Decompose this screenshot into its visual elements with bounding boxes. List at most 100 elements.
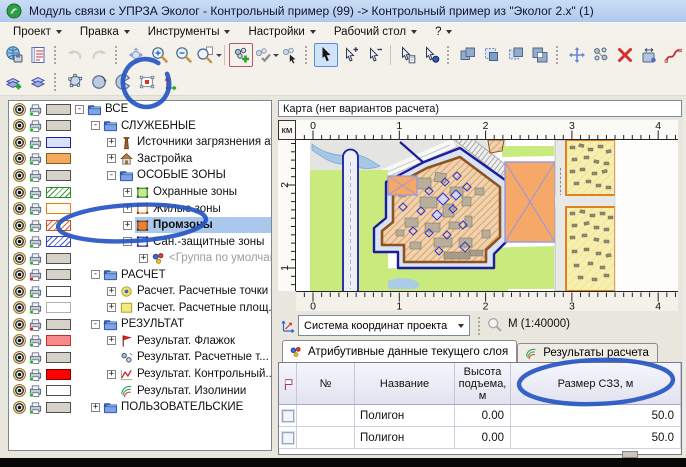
move-button[interactable] <box>565 43 589 67</box>
sel-xor-button[interactable] <box>528 43 552 67</box>
rect-tool-button[interactable] <box>135 70 159 94</box>
coordinate-system-dropdown[interactable] <box>453 316 469 335</box>
splitter-grip[interactable] <box>622 451 638 458</box>
print-toggle[interactable] <box>27 102 43 117</box>
collapse-toggle[interactable]: - <box>123 237 132 246</box>
layer-item[interactable]: Жилые зоны <box>135 200 271 217</box>
undo-button[interactable] <box>63 43 87 67</box>
tab-calculation-results[interactable]: Результаты расчета <box>517 343 658 362</box>
zoom-extent-button[interactable] <box>196 43 220 67</box>
layer-color-swatch[interactable] <box>46 104 71 115</box>
chevron-down-icon[interactable] <box>216 54 222 57</box>
expand-toggle[interactable]: + <box>91 403 100 412</box>
layer-item[interactable]: РЕЗУЛЬТАТ <box>103 316 271 333</box>
vertices-button[interactable] <box>589 43 613 67</box>
print-toggle[interactable] <box>27 251 43 266</box>
coordinate-system-select[interactable]: Система координат проекта <box>298 315 470 336</box>
save-map-button[interactable] <box>2 43 26 67</box>
collapse-toggle[interactable]: - <box>107 171 116 180</box>
layer-item[interactable]: Результат. Изолинии <box>119 382 271 399</box>
visibility-toggle[interactable] <box>11 333 27 348</box>
layer-color-swatch[interactable] <box>46 203 71 214</box>
layer-color-swatch[interactable] <box>46 170 71 181</box>
expand-toggle[interactable]: + <box>139 254 148 263</box>
visibility-toggle[interactable] <box>11 367 27 382</box>
layer-item[interactable]: Охранные зоны <box>135 184 271 201</box>
pan-button[interactable] <box>124 43 148 67</box>
expand-toggle[interactable]: + <box>107 287 116 296</box>
layer-color-swatch[interactable] <box>46 352 71 363</box>
layer-color-swatch[interactable] <box>46 120 71 131</box>
pick-object-button[interactable] <box>277 43 301 67</box>
layer-color-swatch[interactable] <box>46 302 71 313</box>
layer-color-swatch[interactable] <box>46 153 71 164</box>
expand-toggle[interactable]: + <box>123 188 132 197</box>
menu-help[interactable]: ? <box>426 24 461 40</box>
layer-color-swatch[interactable] <box>46 236 71 247</box>
print-toggle[interactable] <box>27 135 43 150</box>
map-canvas[interactable] <box>296 140 678 291</box>
visibility-toggle[interactable] <box>11 300 27 315</box>
visibility-toggle[interactable] <box>11 168 27 183</box>
reshape-button[interactable] <box>637 43 661 67</box>
menu-settings[interactable]: Настройки <box>239 24 324 40</box>
print-toggle[interactable] <box>27 400 43 415</box>
visibility-toggle[interactable] <box>11 102 27 117</box>
row-checkbox[interactable] <box>282 432 294 444</box>
layer-item[interactable]: Результат. Расчетные т... <box>119 349 272 366</box>
visibility-toggle[interactable] <box>11 251 27 266</box>
pointer-remove-button[interactable] <box>362 43 386 67</box>
layer-item[interactable]: ПОЛЬЗОВАТЕЛЬСКИЕ <box>103 399 271 416</box>
print-toggle[interactable] <box>27 317 43 332</box>
add-layer-button[interactable] <box>2 70 26 94</box>
visibility-toggle[interactable] <box>11 400 27 415</box>
visibility-toggle[interactable] <box>11 350 27 365</box>
menu-tools[interactable]: Инструменты <box>139 24 240 40</box>
sel-subtract-button[interactable] <box>504 43 528 67</box>
table-row[interactable]: Полигон0.0050.0 <box>279 427 681 449</box>
pointer-button[interactable] <box>314 43 338 67</box>
layer-color-swatch[interactable] <box>46 402 71 413</box>
expand-toggle[interactable]: + <box>123 204 132 213</box>
layer-item[interactable]: Расчет. Расчетные площ... <box>119 300 272 317</box>
layer-item[interactable]: Источники загрязнения ат... <box>119 134 272 151</box>
zoom-out-button[interactable] <box>172 43 196 67</box>
layer-item[interactable]: ОСОБЫЕ ЗОНЫ <box>119 167 271 184</box>
pointer-node-button[interactable] <box>419 43 443 67</box>
column-header[interactable]: Название <box>355 363 455 404</box>
redo-button[interactable] <box>87 43 111 67</box>
collapse-toggle[interactable]: - <box>75 105 84 114</box>
visibility-toggle[interactable] <box>11 218 27 233</box>
layer-item[interactable]: Промзоны <box>135 217 271 234</box>
column-header[interactable]: № <box>297 363 355 404</box>
layer-item[interactable]: <Группа по умолчанию> <box>151 250 272 267</box>
layer-color-swatch[interactable] <box>46 253 71 264</box>
print-toggle[interactable] <box>27 350 43 365</box>
expand-toggle[interactable]: + <box>107 370 116 379</box>
visibility-toggle[interactable] <box>11 185 27 200</box>
layer-color-swatch[interactable] <box>46 385 71 396</box>
sector-tool-button[interactable] <box>111 70 135 94</box>
collapse-toggle[interactable]: - <box>91 121 100 130</box>
print-toggle[interactable] <box>27 118 43 133</box>
print-toggle[interactable] <box>27 218 43 233</box>
visibility-toggle[interactable] <box>11 284 27 299</box>
expand-toggle[interactable]: + <box>107 138 116 147</box>
zoom-in-button[interactable] <box>148 43 172 67</box>
print-toggle[interactable] <box>27 185 43 200</box>
expand-toggle[interactable]: + <box>107 154 116 163</box>
print-toggle[interactable] <box>27 300 43 315</box>
visibility-toggle[interactable] <box>11 267 27 282</box>
expand-toggle[interactable]: + <box>107 303 116 312</box>
redline-button[interactable] <box>661 43 685 67</box>
layer-item[interactable]: Результат. Контрольный... <box>119 366 272 383</box>
column-header[interactable]: Размер СЗЗ, м <box>511 363 681 404</box>
layer-color-swatch[interactable] <box>46 187 71 198</box>
collapse-toggle[interactable]: - <box>91 320 100 329</box>
sel-union-button[interactable] <box>456 43 480 67</box>
sel-intersect-button[interactable] <box>480 43 504 67</box>
visibility-toggle[interactable] <box>11 383 27 398</box>
print-toggle[interactable] <box>27 383 43 398</box>
layer-item[interactable]: Застройка <box>119 151 271 168</box>
apply-objects-button[interactable] <box>253 43 277 67</box>
